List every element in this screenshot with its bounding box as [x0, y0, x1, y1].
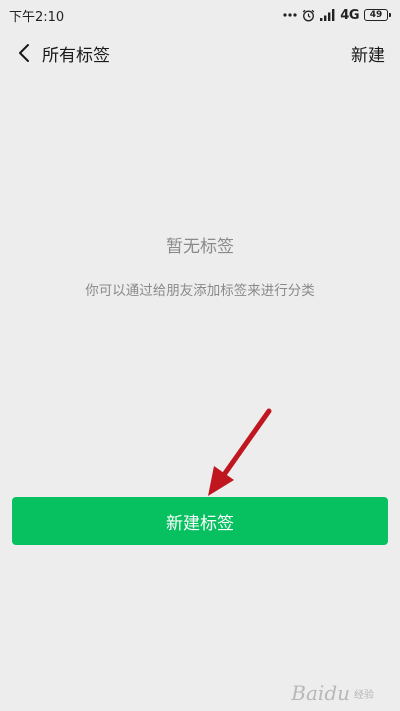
- back-button[interactable]: [12, 41, 36, 65]
- chevron-left-icon: [19, 44, 29, 62]
- status-time: 下午2:10: [9, 9, 65, 25]
- more-dots-icon: [283, 13, 297, 17]
- page-title: 所有标签: [42, 45, 110, 66]
- empty-state-title: 暂无标签: [166, 237, 234, 257]
- annotation-arrow: [208, 408, 272, 496]
- status-bar: 下午2:10 4G 49: [0, 0, 400, 30]
- signal-bars-icon: [320, 9, 335, 21]
- tags-screen: 下午2:10 4G 49 所有标签 新建 暂无标签 你可以通过给朋友添加标签来进…: [0, 0, 400, 711]
- status-icons: 4G 49: [283, 7, 391, 23]
- nav-bar: 所有标签 新建: [0, 30, 400, 76]
- new-tag-nav-button[interactable]: 新建: [351, 41, 385, 66]
- network-type: 4G: [340, 7, 359, 23]
- alarm-clock-icon: [302, 9, 315, 22]
- battery-icon: 49: [364, 9, 391, 21]
- empty-state-description: 你可以通过给朋友添加标签来进行分类: [85, 283, 315, 299]
- baidu-jingyan-watermark: Baidu 经验: [291, 681, 374, 705]
- watermark-brand: Baidu: [291, 681, 350, 705]
- watermark-sub: 经验: [354, 689, 374, 701]
- new-tag-button[interactable]: 新建标签: [12, 497, 388, 545]
